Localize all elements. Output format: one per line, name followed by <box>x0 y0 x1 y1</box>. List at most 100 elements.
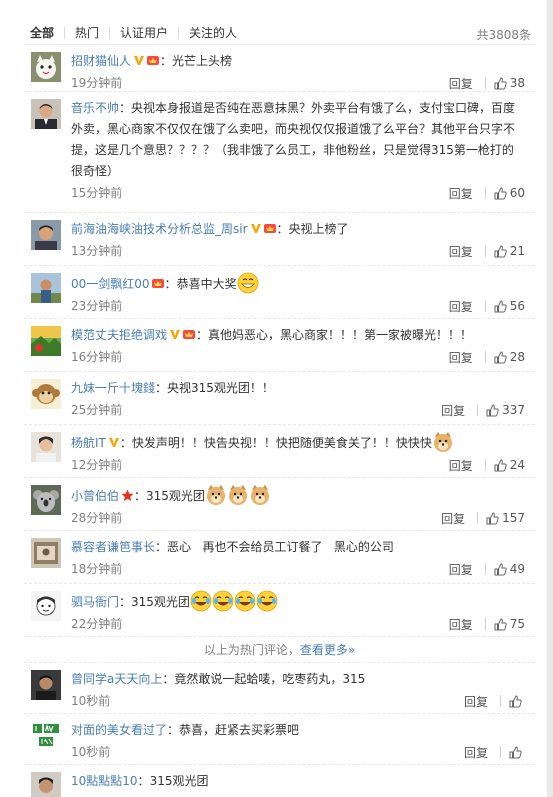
verified-v-icon[interactable] <box>250 222 262 234</box>
hot-footer-text: 以上为热门评论， <box>203 643 300 657</box>
reply-button[interactable]: 回复 <box>441 510 477 527</box>
like-button[interactable]: 75 <box>494 617 525 631</box>
comment-time: 12分钟前 <box>71 458 123 472</box>
tab-hot[interactable]: 热门 <box>64 27 109 39</box>
reply-button[interactable]: 回复 <box>449 616 485 633</box>
comment-username[interactable]: 对面的美女看过了 <box>71 723 167 737</box>
reply-button[interactable]: 回复 <box>441 402 477 419</box>
comment-text: 315观光团 <box>131 595 190 609</box>
like-button[interactable] <box>509 694 525 708</box>
like-count: 21 <box>509 244 525 258</box>
like-button[interactable]: 28 <box>494 350 525 364</box>
comment-item: 杨航IT ：快发声明！！快告央视！！快把随便美食关了！！快快快 12分钟前 回复 … <box>24 425 535 478</box>
reply-button[interactable]: 回复 <box>449 457 485 474</box>
man-outdoor-avatar[interactable] <box>31 273 61 303</box>
monkey-avatar[interactable] <box>31 379 61 409</box>
vip-crown-icon[interactable] <box>182 328 196 340</box>
comment-time: 23分钟前 <box>71 299 123 313</box>
tab-verified-users[interactable]: 认证用户 <box>109 27 178 39</box>
like-button[interactable]: 157 <box>486 511 525 525</box>
man-dark-avatar[interactable] <box>31 670 61 700</box>
koala-avatar[interactable] <box>31 485 61 515</box>
comment-username[interactable]: 模范丈夫拒绝调戏 <box>71 328 167 342</box>
man-suit-avatar[interactable] <box>31 99 61 129</box>
like-button[interactable]: 56 <box>494 299 525 313</box>
comment-username[interactable]: 慕容者谦笆事长 <box>71 540 155 554</box>
star-badge-icon[interactable] <box>121 489 134 502</box>
thumbs-up-icon <box>494 617 507 630</box>
cartoon-avatar[interactable] <box>31 591 61 621</box>
reply-button[interactable]: 回复 <box>449 298 485 315</box>
action-divider <box>484 459 486 471</box>
comment-item: 慕容者谦笆事长：恶心 再也不会给员工订餐了 黑心的公司 18分钟前 回复 49 <box>24 531 535 584</box>
thumbs-up-icon <box>494 76 507 89</box>
comment-username[interactable]: 杨航IT <box>71 436 106 450</box>
comment-time: 22分钟前 <box>71 617 123 631</box>
comment-item: 10點點點10：315观光团 <box>24 765 535 797</box>
comment-username[interactable]: 前海油海峡油技术分析总监_周sir <box>71 222 248 236</box>
vip-crown-icon[interactable] <box>263 222 277 234</box>
reply-button[interactable]: 回复 <box>464 744 500 761</box>
boy-avatar[interactable] <box>31 432 61 462</box>
like-button[interactable]: 60 <box>494 186 525 200</box>
comment-text: 恶心 再也不会给员工订餐了 黑心的公司 <box>167 540 394 554</box>
thumbs-up-icon <box>494 244 507 257</box>
comment-username[interactable]: 音乐不帅 <box>71 101 119 115</box>
verified-v-icon[interactable] <box>133 54 145 66</box>
colon: ： <box>164 277 177 291</box>
comment-item: 驷马衙门：315观光团 22分钟前 回复 75 <box>24 584 535 637</box>
vip-crown-icon[interactable] <box>151 277 165 289</box>
colon: ： <box>119 595 132 609</box>
man-avatar[interactable] <box>31 220 61 250</box>
comment-username[interactable]: 小曾伯伯 <box>71 489 119 503</box>
like-button[interactable]: 49 <box>494 562 525 576</box>
comment-time: 18分钟前 <box>71 562 123 576</box>
like-button[interactable]: 337 <box>486 403 525 417</box>
like-button[interactable] <box>509 745 525 759</box>
reply-button[interactable]: 回复 <box>449 561 485 578</box>
action-divider <box>484 300 486 312</box>
photo-avatar[interactable] <box>31 538 61 568</box>
like-button[interactable]: 21 <box>494 244 525 258</box>
comment-username[interactable]: 曾同学a天天向上 <box>71 672 162 686</box>
comment-username[interactable]: 招财猫仙人 <box>71 54 131 68</box>
action-divider <box>484 187 486 199</box>
landscape-avatar[interactable] <box>31 326 61 356</box>
tab-following[interactable]: 关注的人 <box>178 27 247 39</box>
comment-time: 10秒前 <box>71 745 111 759</box>
verified-v-icon[interactable] <box>169 328 181 340</box>
reply-button[interactable]: 回复 <box>449 349 485 366</box>
comment-item: 招财猫仙人 ：光芒上头榜 19分钟前 回复 38 <box>24 45 535 92</box>
reply-button[interactable]: 回复 <box>464 693 500 710</box>
thumbs-up-icon <box>509 694 522 707</box>
comment-item: 前海油海峡油技术分析总监_周sir ：央视上榜了 13分钟前 回复 21 <box>24 213 535 266</box>
reply-button[interactable]: 回复 <box>449 75 485 92</box>
doge-emoji-icon <box>206 485 225 505</box>
action-divider <box>484 618 486 630</box>
scrollbar-track[interactable] <box>547 0 553 797</box>
comment-text: 315观光团 <box>149 774 209 788</box>
reply-button[interactable]: 回复 <box>449 243 485 260</box>
comment-item: 模范丈夫拒绝调戏 ：真他妈恶心，黑心商家！！！第一家被曝光！！！ 16分钟前 回复… <box>24 319 535 372</box>
view-more-link[interactable]: 查看更多» <box>300 643 355 657</box>
vip-crown-icon[interactable] <box>146 54 160 66</box>
like-count: 337 <box>502 403 525 417</box>
like-button[interactable]: 38 <box>494 76 525 90</box>
tab-all[interactable]: 全部 <box>24 27 64 39</box>
i-am-avatar[interactable] <box>31 721 61 751</box>
cat-avatar[interactable] <box>31 52 61 82</box>
like-button[interactable]: 24 <box>494 458 525 472</box>
action-divider <box>484 245 486 257</box>
thumbs-up-icon <box>486 403 499 416</box>
comment-username[interactable]: 九妹一斤十塊錢 <box>71 381 155 395</box>
comments-panel: 全部 热门 认证用户 关注的人 共3808条 招财猫仙人 ：光芒上头榜 19分钟前… <box>0 0 553 797</box>
comment-username[interactable]: 10點點點10 <box>71 774 138 788</box>
comment-username[interactable]: 00一剑飘红00 <box>71 277 150 291</box>
like-count: 60 <box>509 186 525 200</box>
reply-button[interactable]: 回复 <box>449 185 485 202</box>
thumbs-up-icon <box>494 562 507 575</box>
verified-v-icon[interactable] <box>108 436 120 448</box>
comment-username[interactable]: 驷马衙门 <box>71 595 119 609</box>
comment-text: 315观光团 <box>146 489 205 503</box>
man-partial-avatar[interactable] <box>31 772 61 797</box>
